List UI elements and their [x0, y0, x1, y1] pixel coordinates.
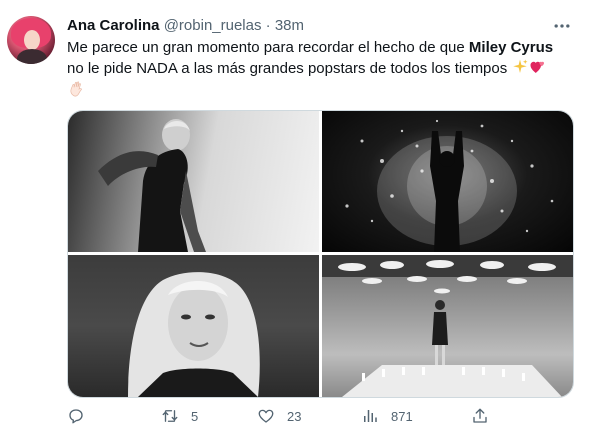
- share-icon: [473, 408, 487, 423]
- tweet-timestamp[interactable]: 38m: [275, 17, 304, 34]
- tweet-text-part1: Me parece un gran momento para recordar …: [67, 39, 469, 56]
- tweet-text: Me parece un gran momento para recordar …: [67, 38, 572, 102]
- like-button[interactable]: 23: [257, 404, 301, 428]
- retweet-button[interactable]: 5: [161, 404, 198, 428]
- reply-icon: [69, 409, 83, 424]
- media-image-1[interactable]: [68, 111, 319, 252]
- tweet-actions: 5 23 871: [67, 404, 572, 428]
- header-separator: ·: [265, 17, 271, 34]
- waving-hand-icon: [70, 81, 82, 97]
- more-options-icon[interactable]: [552, 16, 572, 36]
- image-2-art: [345, 119, 554, 252]
- media-image-3[interactable]: [68, 255, 319, 397]
- author-name[interactable]: Ana Carolina: [67, 17, 160, 34]
- tweet-text-bold: Miley Cyrus: [468, 39, 554, 56]
- heart-icon: [258, 409, 274, 423]
- image-1-art: [98, 119, 206, 252]
- sparkles-icon: [513, 59, 528, 73]
- author-handle[interactable]: @robin_ruelas: [164, 17, 262, 34]
- share-button[interactable]: [471, 404, 489, 428]
- media-grid[interactable]: [67, 110, 574, 398]
- views-button[interactable]: 871: [361, 404, 413, 428]
- tweet-header: Ana Carolina @robin_ruelas · 38m: [67, 16, 304, 36]
- views-count: 871: [391, 408, 413, 424]
- image-3-art: [128, 272, 260, 397]
- reply-button[interactable]: [67, 404, 97, 428]
- tweet-text-part2: no le pide NADA a las más grandes popsta…: [67, 60, 512, 77]
- avatar-body: [17, 49, 47, 64]
- author-avatar[interactable]: [7, 16, 55, 64]
- retweet-count: 5: [191, 408, 199, 424]
- like-count: 23: [287, 408, 302, 424]
- retweet-icon: [162, 410, 178, 422]
- image-4-art: [322, 255, 573, 397]
- media-image-4[interactable]: [322, 255, 573, 397]
- views-icon: [364, 410, 377, 422]
- media-image-2[interactable]: [322, 111, 573, 252]
- two-hearts-icon: [530, 61, 545, 73]
- avatar-face: [24, 30, 40, 50]
